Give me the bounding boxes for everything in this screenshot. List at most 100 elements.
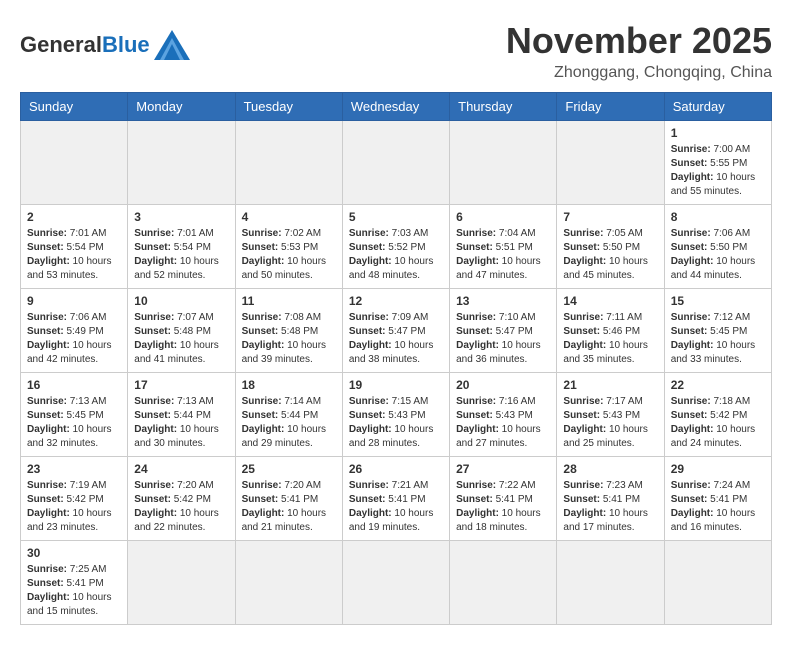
day-number: 13: [456, 294, 550, 308]
day-number: 6: [456, 210, 550, 224]
calendar-cell: [557, 121, 664, 205]
weekday-header-thursday: Thursday: [450, 93, 557, 121]
day-info: Sunrise: 7:11 AMSunset: 5:46 PMDaylight:…: [563, 311, 657, 367]
calendar-cell: 9Sunrise: 7:06 AMSunset: 5:49 PMDaylight…: [21, 289, 128, 373]
calendar-cell: 17 Sunrise: 7:13 AMSunset: 5:44 PMDayligh…: [128, 373, 235, 457]
logo: GeneralBlue: [20, 30, 190, 60]
calendar-cell: 12Sunrise: 7:09 AMSunset: 5:47 PMDayligh…: [342, 289, 449, 373]
weekday-header-row: SundayMondayTuesdayWednesdayThursdayFrid…: [21, 93, 772, 121]
day-number: 4: [242, 210, 336, 224]
weekday-header-friday: Friday: [557, 93, 664, 121]
title-area: November 2025 Zhonggang, Chongqing, Chin…: [506, 20, 772, 82]
day-info: Sunrise: 7:16 AMSunset: 5:43 PMDaylight:…: [456, 395, 550, 451]
calendar-cell: [21, 121, 128, 205]
day-number: 24: [134, 462, 228, 476]
day-number: 9: [27, 294, 121, 308]
calendar-cell: 10 Sunrise: 7:07 AMSunset: 5:48 PMDayligh…: [128, 289, 235, 373]
day-number: 26: [349, 462, 443, 476]
day-info: Sunrise: 7:18 AMSunset: 5:42 PMDaylight:…: [671, 395, 765, 451]
day-number: 20: [456, 378, 550, 392]
day-number: 17: [134, 378, 228, 392]
calendar-cell: 14Sunrise: 7:11 AMSunset: 5:46 PMDayligh…: [557, 289, 664, 373]
day-number: 10: [134, 294, 228, 308]
calendar-cell: [342, 121, 449, 205]
calendar-cell: 22 Sunrise: 7:18 AMSunset: 5:42 PMDayligh…: [664, 373, 771, 457]
week-row-5: 23 Sunrise: 7:19 AMSunset: 5:42 PMDayligh…: [21, 457, 772, 541]
day-info: Sunrise: 7:13 AMSunset: 5:45 PMDaylight:…: [27, 395, 121, 451]
day-info: Sunrise: 7:20 AMSunset: 5:41 PMDaylight:…: [242, 479, 336, 535]
calendar-cell: 13Sunrise: 7:10 AMSunset: 5:47 PMDayligh…: [450, 289, 557, 373]
weekday-header-wednesday: Wednesday: [342, 93, 449, 121]
day-number: 1: [671, 126, 765, 140]
day-number: 30: [27, 546, 121, 560]
day-number: 11: [242, 294, 336, 308]
day-number: 7: [563, 210, 657, 224]
calendar-subtitle: Zhonggang, Chongqing, China: [506, 64, 772, 82]
day-number: 29: [671, 462, 765, 476]
day-number: 19: [349, 378, 443, 392]
day-number: 27: [456, 462, 550, 476]
day-info: Sunrise: 7:02 AMSunset: 5:53 PMDaylight:…: [242, 227, 336, 283]
calendar-cell: [235, 121, 342, 205]
calendar-cell: 23 Sunrise: 7:19 AMSunset: 5:42 PMDayligh…: [21, 457, 128, 541]
day-number: 8: [671, 210, 765, 224]
calendar-cell: 7 Sunrise: 7:05 AMSunset: 5:50 PMDaylight…: [557, 205, 664, 289]
day-number: 12: [349, 294, 443, 308]
day-info: Sunrise: 7:07 AMSunset: 5:48 PMDaylight:…: [134, 311, 228, 367]
week-row-3: 9Sunrise: 7:06 AMSunset: 5:49 PMDaylight…: [21, 289, 772, 373]
weekday-header-monday: Monday: [128, 93, 235, 121]
calendar-cell: 6 Sunrise: 7:04 AMSunset: 5:51 PMDaylight…: [450, 205, 557, 289]
week-row-2: 2 Sunrise: 7:01 AMSunset: 5:54 PMDaylight…: [21, 205, 772, 289]
day-info: Sunrise: 7:00 AMSunset: 5:55 PMDaylight:…: [671, 143, 765, 199]
day-info: Sunrise: 7:19 AMSunset: 5:42 PMDaylight:…: [27, 479, 121, 535]
logo-blue: Blue: [102, 34, 150, 56]
day-info: Sunrise: 7:23 AMSunset: 5:41 PMDaylight:…: [563, 479, 657, 535]
day-number: 23: [27, 462, 121, 476]
day-info: Sunrise: 7:04 AMSunset: 5:51 PMDaylight:…: [456, 227, 550, 283]
logo-area: GeneralBlue: [20, 20, 190, 60]
calendar-cell: 16 Sunrise: 7:13 AMSunset: 5:45 PMDayligh…: [21, 373, 128, 457]
day-info: Sunrise: 7:06 AMSunset: 5:50 PMDaylight:…: [671, 227, 765, 283]
day-info: Sunrise: 7:25 AMSunset: 5:41 PMDaylight:…: [27, 563, 121, 619]
calendar-cell: 24 Sunrise: 7:20 AMSunset: 5:42 PMDayligh…: [128, 457, 235, 541]
weekday-header-tuesday: Tuesday: [235, 93, 342, 121]
calendar-cell: 28 Sunrise: 7:23 AMSunset: 5:41 PMDayligh…: [557, 457, 664, 541]
calendar-cell: 1 Sunrise: 7:00 AMSunset: 5:55 PMDaylight…: [664, 121, 771, 205]
calendar-cell: 5 Sunrise: 7:03 AMSunset: 5:52 PMDaylight…: [342, 205, 449, 289]
calendar-table: SundayMondayTuesdayWednesdayThursdayFrid…: [20, 92, 772, 625]
calendar-cell: 3Sunrise: 7:01 AMSunset: 5:54 PMDaylight…: [128, 205, 235, 289]
day-number: 22: [671, 378, 765, 392]
day-number: 21: [563, 378, 657, 392]
day-number: 5: [349, 210, 443, 224]
day-number: 28: [563, 462, 657, 476]
day-info: Sunrise: 7:05 AMSunset: 5:50 PMDaylight:…: [563, 227, 657, 283]
calendar-cell: [128, 121, 235, 205]
day-info: Sunrise: 7:03 AMSunset: 5:52 PMDaylight:…: [349, 227, 443, 283]
day-info: Sunrise: 7:17 AMSunset: 5:43 PMDaylight:…: [563, 395, 657, 451]
day-info: Sunrise: 7:24 AMSunset: 5:41 PMDaylight:…: [671, 479, 765, 535]
calendar-cell: 19 Sunrise: 7:15 AMSunset: 5:43 PMDayligh…: [342, 373, 449, 457]
header: GeneralBlue November 2025 Zhonggang, Cho…: [20, 20, 772, 82]
calendar-cell: 21 Sunrise: 7:17 AMSunset: 5:43 PMDayligh…: [557, 373, 664, 457]
calendar-cell: 27Sunrise: 7:22 AMSunset: 5:41 PMDayligh…: [450, 457, 557, 541]
day-number: 25: [242, 462, 336, 476]
day-info: Sunrise: 7:12 AMSunset: 5:45 PMDaylight:…: [671, 311, 765, 367]
weekday-header-sunday: Sunday: [21, 93, 128, 121]
calendar-cell: 2 Sunrise: 7:01 AMSunset: 5:54 PMDaylight…: [21, 205, 128, 289]
calendar-cell: 26Sunrise: 7:21 AMSunset: 5:41 PMDayligh…: [342, 457, 449, 541]
day-info: Sunrise: 7:14 AMSunset: 5:44 PMDaylight:…: [242, 395, 336, 451]
day-number: 2: [27, 210, 121, 224]
day-number: 16: [27, 378, 121, 392]
week-row-4: 16 Sunrise: 7:13 AMSunset: 5:45 PMDayligh…: [21, 373, 772, 457]
calendar-cell: [450, 121, 557, 205]
day-info: Sunrise: 7:08 AMSunset: 5:48 PMDaylight:…: [242, 311, 336, 367]
day-info: Sunrise: 7:20 AMSunset: 5:42 PMDaylight:…: [134, 479, 228, 535]
day-number: 18: [242, 378, 336, 392]
day-number: 3: [134, 210, 228, 224]
day-info: Sunrise: 7:15 AMSunset: 5:43 PMDaylight:…: [349, 395, 443, 451]
day-info: Sunrise: 7:01 AMSunset: 5:54 PMDaylight:…: [27, 227, 121, 283]
logo-general: General: [20, 34, 102, 56]
day-number: 15: [671, 294, 765, 308]
calendar-cell: 8 Sunrise: 7:06 AMSunset: 5:50 PMDaylight…: [664, 205, 771, 289]
day-info: Sunrise: 7:13 AMSunset: 5:44 PMDaylight:…: [134, 395, 228, 451]
